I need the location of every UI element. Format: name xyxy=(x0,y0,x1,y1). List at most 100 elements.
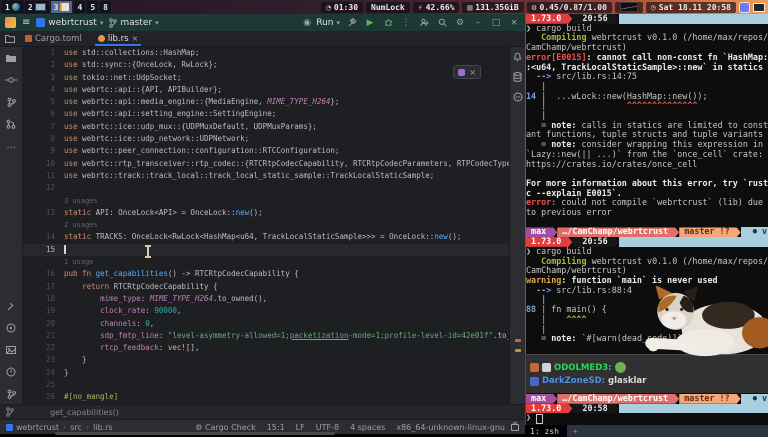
folder-icon[interactable] xyxy=(4,34,16,43)
workspace-1[interactable]: 1 xyxy=(2,1,23,13)
floating-editor-widget[interactable]: × xyxy=(453,65,481,79)
line-number[interactable]: 20 xyxy=(23,318,62,330)
warning-stripe-mark[interactable] xyxy=(515,349,521,352)
workspace-3[interactable]: 3 xyxy=(50,1,73,13)
line-number[interactable]: 25 xyxy=(23,379,62,391)
code-line[interactable]: 14 static TRACKS: OnceLock<RwLock<HashMap… xyxy=(23,231,509,243)
code-line[interactable]: 21 sdp_fmtp_line: "level-asymmetry-allow… xyxy=(23,330,509,342)
branch-selector[interactable]: master ▾ xyxy=(109,18,159,28)
workspace-8[interactable]: 8 xyxy=(100,1,111,13)
workspace-5[interactable]: 5 xyxy=(87,1,99,13)
line-number[interactable] xyxy=(23,195,62,207)
window-minimize-button[interactable]: – xyxy=(472,18,484,28)
line-number[interactable]: 1 xyxy=(23,47,62,59)
line-number[interactable] xyxy=(23,219,62,231)
more-tools-icon[interactable]: … xyxy=(5,140,17,152)
code-line[interactable]: 17 return RTCRtpCodecCapability { xyxy=(23,281,509,293)
close-icon[interactable]: × xyxy=(469,68,476,77)
usage-hint-row[interactable]: 1 usage xyxy=(23,256,509,268)
line-number[interactable]: 19 xyxy=(23,305,62,317)
code-line[interactable]: 13 static API: OnceLock<API> = OnceLock::… xyxy=(23,207,509,219)
line-number[interactable]: 13 xyxy=(23,207,62,219)
run-button[interactable]: ▶ xyxy=(364,18,376,28)
code-line[interactable]: 9 use webrtc::peer_connection::configurat… xyxy=(23,145,509,157)
tab-cargo-toml[interactable]: Cargo.toml xyxy=(18,31,89,46)
code-line[interactable]: 1 use std::collections::HashMap; xyxy=(23,47,509,59)
line-number[interactable]: 3 xyxy=(23,72,62,84)
code-line[interactable]: 25 xyxy=(23,379,509,391)
line-number[interactable] xyxy=(23,256,62,268)
main-menu-icon[interactable]: ≡ xyxy=(22,17,30,28)
code-line[interactable]: 10 use webrtc::rtp_transceiver::rtp_codec… xyxy=(23,158,509,170)
line-number[interactable]: 12 xyxy=(23,182,62,194)
database-tool-icon[interactable] xyxy=(512,71,524,83)
breadcrumb-src[interactable]: src xyxy=(70,423,82,432)
context-function[interactable]: get_capabilities() xyxy=(50,408,119,417)
usage-hint-row[interactable]: 3 usages xyxy=(23,195,509,207)
code-line[interactable]: 23 } xyxy=(23,354,509,366)
line-number[interactable]: 9 xyxy=(23,145,62,157)
run-configuration[interactable]: ◉ Run ▾ xyxy=(301,18,340,28)
more-actions-icon[interactable]: ⋮ xyxy=(400,18,412,28)
line-number[interactable]: 21 xyxy=(23,330,62,342)
line-number[interactable]: 22 xyxy=(23,342,62,354)
line-number[interactable]: 8 xyxy=(23,133,62,145)
code-with-me-icon[interactable] xyxy=(418,18,430,27)
code-line[interactable]: 3 use tokio::net::UdpSocket; xyxy=(23,72,509,84)
breadcrumb-lib.rs[interactable]: lib.rs xyxy=(93,423,113,432)
status-cargo-check[interactable]: ⚙ Cargo Check xyxy=(195,423,255,432)
line-number[interactable]: 15 xyxy=(23,244,62,256)
terminal-tab-zsh[interactable]: 1: zsh xyxy=(525,425,567,437)
build-tool-icon[interactable] xyxy=(5,300,17,312)
line-number[interactable]: 18 xyxy=(23,293,62,305)
code-line[interactable]: 15 xyxy=(23,243,509,257)
display-tray-icon[interactable] xyxy=(753,2,765,12)
line-number[interactable]: 4 xyxy=(23,84,62,96)
problems-tool-icon[interactable] xyxy=(5,366,17,378)
line-number[interactable]: 14 xyxy=(23,231,62,243)
notifications-bell-icon[interactable] xyxy=(512,51,524,63)
code-line[interactable]: 7 use webrtc::ice::udp_mux::{UDPMuxDefaul… xyxy=(23,121,509,133)
pull-requests-icon[interactable] xyxy=(5,118,17,130)
ai-chat-tool-icon[interactable] xyxy=(512,91,524,103)
code-line[interactable]: 2 use std::sync::{OnceLock, RwLock}; xyxy=(23,59,509,71)
notifications-image-icon[interactable] xyxy=(5,344,17,356)
tab-lib-rs[interactable]: lib.rs × xyxy=(91,31,145,46)
line-number[interactable]: 16 xyxy=(23,268,62,280)
code-line[interactable]: 19 clock_rate: 90000, xyxy=(23,305,509,317)
status-x86_64-unknown-linux-gnu[interactable]: x86_64-unknown-linux-gnu xyxy=(396,423,505,432)
code-line[interactable]: 16 pub fn get_capabilities() -> RTCRtpCod… xyxy=(23,268,509,280)
error-stripe-mark[interactable] xyxy=(515,339,521,342)
usage-hint-row[interactable]: 2 usages xyxy=(23,219,509,231)
workspace-2[interactable]: 2 xyxy=(24,1,49,13)
line-number[interactable]: 10 xyxy=(23,158,62,170)
code-line[interactable]: 11 use webrtc::track::track_local::track_… xyxy=(23,170,509,182)
search-everywhere-icon[interactable] xyxy=(436,18,448,27)
code-line[interactable]: 18 mime_type: MIME_TYPE_H264.to_owned(), xyxy=(23,293,509,305)
window-close-button[interactable]: × xyxy=(508,18,520,28)
code-line[interactable]: 22 rtcp_feedback: vec![], xyxy=(23,342,509,354)
status-utf-8[interactable]: UTF-8 xyxy=(316,423,339,432)
services-tool-icon[interactable] xyxy=(5,322,17,334)
code-line[interactable]: 12 xyxy=(23,182,509,194)
code-line[interactable]: 5 use webrtc::api::media_engine::{MediaEn… xyxy=(23,96,509,108)
line-number[interactable]: 7 xyxy=(23,121,62,133)
terminal-2[interactable]: max …/CamChamp/webrtcrust master !? ⏺ v … xyxy=(525,393,768,425)
status-4-spaces[interactable]: 4 spaces xyxy=(350,423,385,432)
status-lf[interactable]: LF xyxy=(296,423,305,432)
project-selector[interactable]: webrtcrust ▾ xyxy=(36,18,103,28)
code-line[interactable]: 26 #[no_mangle] xyxy=(23,391,509,403)
code-line[interactable]: 24} xyxy=(23,367,509,379)
lock-icon[interactable] xyxy=(511,421,519,431)
line-number[interactable]: 23 xyxy=(23,354,62,366)
code-line[interactable]: 4 use webrtc::api::{API, APIBuilder}; xyxy=(23,84,509,96)
line-number[interactable]: 6 xyxy=(23,108,62,120)
ide-logo-icon[interactable] xyxy=(5,17,16,28)
line-number[interactable]: 5 xyxy=(23,96,62,108)
workspace-4[interactable]: 4 xyxy=(74,1,86,13)
window-maximize-button[interactable]: □ xyxy=(490,18,502,28)
breadcrumb-webrtcrust[interactable]: webrtcrust xyxy=(6,423,59,432)
version-control-tool-icon[interactable] xyxy=(5,388,17,400)
code-editor[interactable]: 1 use std::collections::HashMap; 2 use std:… xyxy=(23,47,509,404)
debug-button[interactable] xyxy=(382,18,394,27)
